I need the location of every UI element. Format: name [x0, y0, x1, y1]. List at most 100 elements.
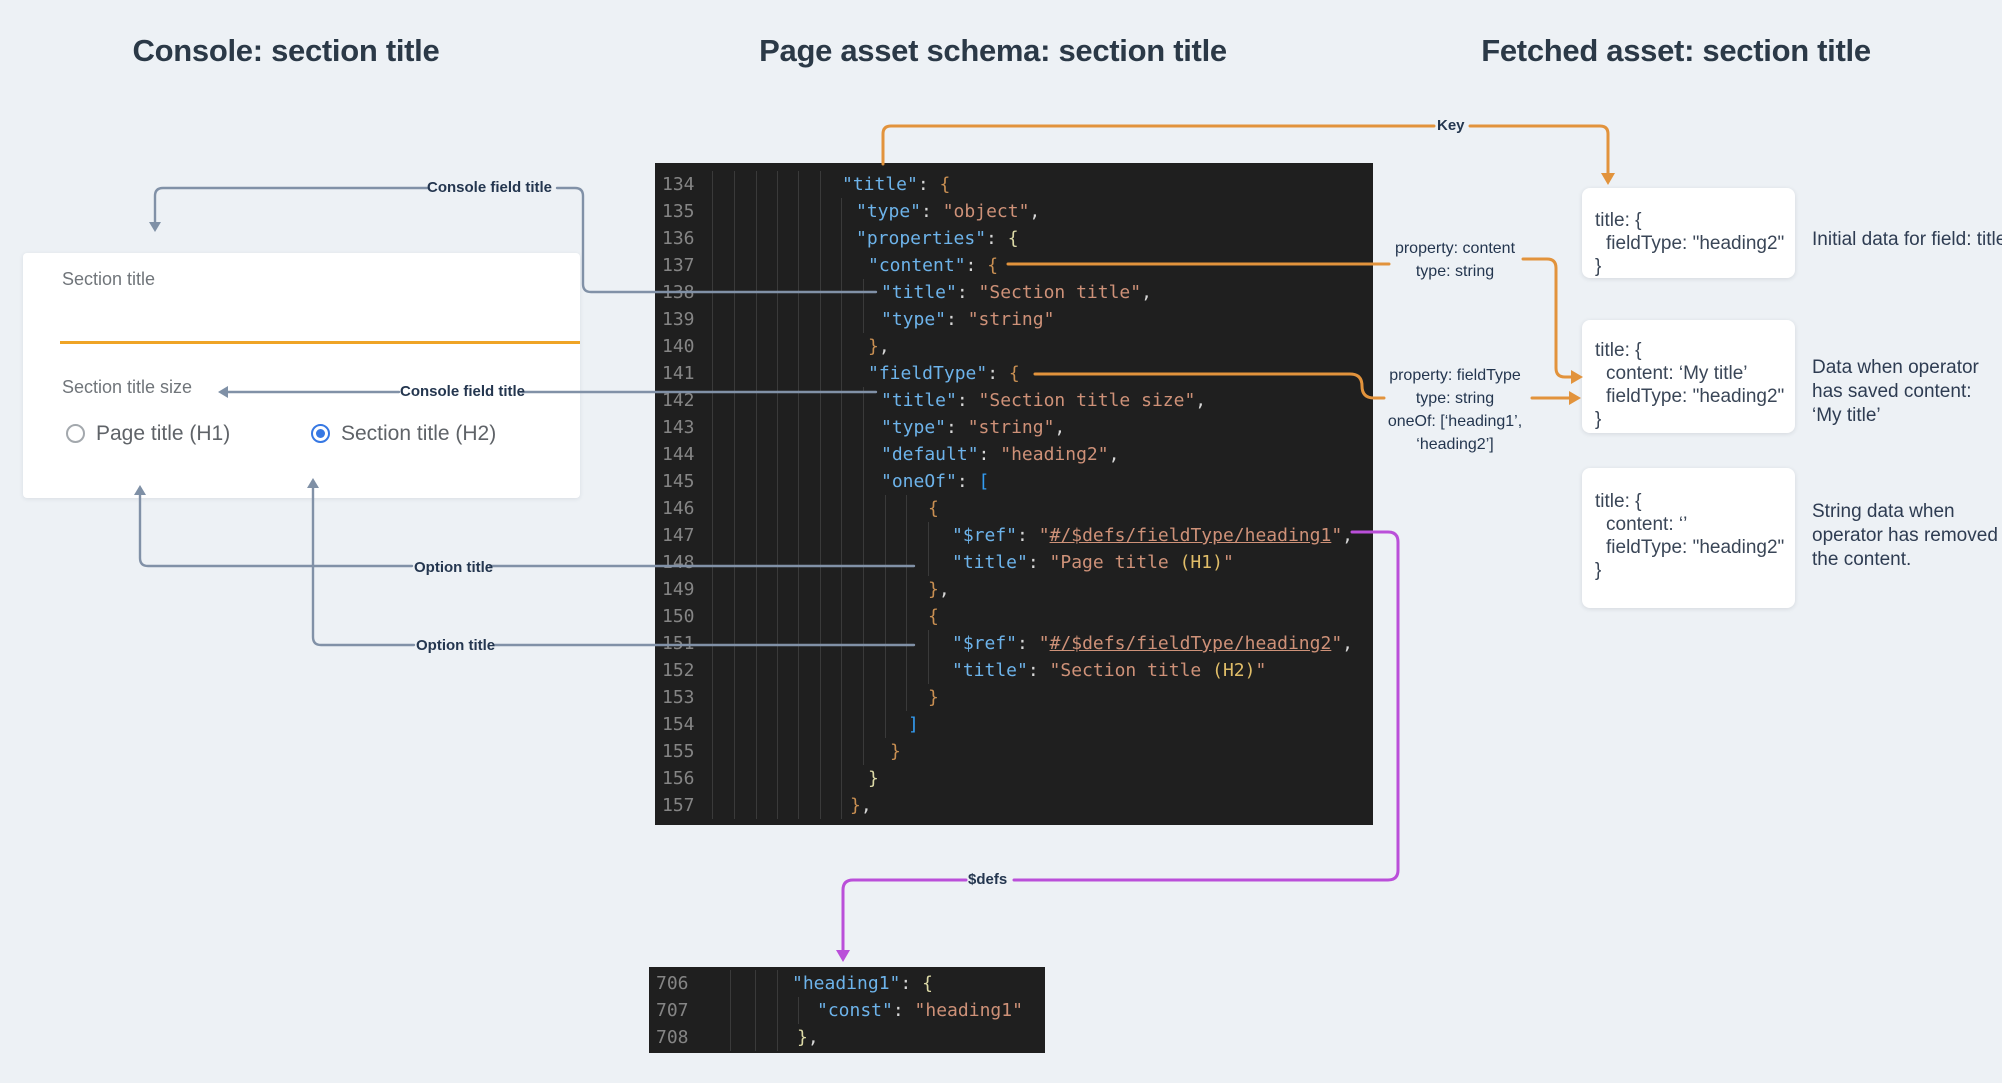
code-token: }	[928, 579, 939, 600]
line-number: 139	[662, 306, 695, 333]
indent-guide	[841, 576, 842, 603]
indent-guide	[756, 576, 757, 603]
indent-guide	[756, 522, 757, 549]
code-token: "	[1039, 633, 1050, 654]
indent-guide	[712, 252, 713, 279]
code-token: "object"	[943, 201, 1030, 222]
indent-guide	[863, 630, 864, 657]
indent-guide	[798, 576, 799, 603]
line-number: 134	[662, 171, 695, 198]
code-token: }	[928, 687, 939, 708]
line-number: 141	[662, 360, 695, 387]
code-line-138: 138"title": "Section title",	[655, 279, 1373, 306]
line-number: 137	[662, 252, 695, 279]
indent-guide	[756, 225, 757, 252]
code-text: "title": "Section title (H2)"	[952, 657, 1266, 684]
indent-guide	[756, 468, 757, 495]
code-token: :	[987, 363, 1009, 384]
code-token: :	[921, 201, 943, 222]
indent-guide	[863, 279, 864, 306]
indent-guide	[798, 997, 799, 1024]
indent-guide	[841, 738, 842, 765]
indent-guide	[777, 225, 778, 252]
indent-guide	[885, 684, 886, 711]
card-caption-line: Data when operator	[1812, 356, 2002, 380]
line-number: 151	[662, 630, 695, 657]
indent-guide	[734, 657, 735, 684]
line-number: 152	[662, 657, 695, 684]
indent-guide	[820, 792, 821, 819]
property-annotation-line: oneOf: [‘heading1’,	[1372, 410, 1538, 433]
fetched-saved-data-caption: Data when operatorhas saved content:‘My …	[1812, 356, 2002, 428]
indent-guide	[712, 657, 713, 684]
code-line-140: 140},	[655, 333, 1373, 360]
property-annotation-line: property: content	[1380, 237, 1530, 260]
radio-selected-icon[interactable]	[311, 424, 330, 443]
fetched-initial-data-caption: Initial data for field: title	[1812, 228, 2002, 252]
option-title-annotation-2: Option title	[416, 638, 495, 654]
indent-guide	[798, 279, 799, 306]
code-token: "string"	[968, 309, 1055, 330]
code-line-141: 141"fieldType": {	[655, 360, 1373, 387]
indent-guide	[885, 495, 886, 522]
indent-guide	[841, 549, 842, 576]
card-caption-line: String data when	[1812, 500, 2002, 524]
card-code-line: fieldType: "heading2"	[1595, 232, 1795, 255]
code-line-707: 707"const": "heading1"	[649, 997, 1045, 1024]
indent-guide	[712, 387, 713, 414]
code-token: :	[900, 973, 922, 994]
code-token: ]	[908, 714, 919, 735]
indent-guide	[734, 252, 735, 279]
indent-guide	[820, 171, 821, 198]
section-title-input[interactable]	[60, 293, 580, 341]
code-text: ]	[908, 711, 919, 738]
indent-guide	[777, 711, 778, 738]
indent-guide	[712, 360, 713, 387]
indent-guide	[734, 333, 735, 360]
code-token: "title"	[881, 390, 957, 411]
indent-guide	[820, 711, 821, 738]
line-number: 147	[662, 522, 695, 549]
indent-guide	[712, 603, 713, 630]
line-number: 146	[662, 495, 695, 522]
indent-guide	[734, 603, 735, 630]
code-line-143: 143"type": "string",	[655, 414, 1373, 441]
indent-guide	[798, 657, 799, 684]
fetched-initial-data-card: title: {fieldType: "heading2"}	[1582, 188, 1795, 278]
indent-guide	[906, 684, 907, 711]
code-token: ,	[1195, 390, 1206, 411]
code-text: "default": "heading2",	[881, 441, 1119, 468]
indent-guide	[841, 468, 842, 495]
indent-guide	[906, 603, 907, 630]
indent-guide	[756, 495, 757, 522]
indent-guide	[906, 522, 907, 549]
indent-guide	[798, 738, 799, 765]
indent-guide	[734, 306, 735, 333]
indent-guide	[885, 576, 886, 603]
fetched-column-title: Fetched asset: section title	[1440, 33, 1912, 69]
code-line-136: 136"properties": {	[655, 225, 1373, 252]
card-code-line: content: ‘My title’	[1595, 362, 1795, 385]
indent-guide	[820, 279, 821, 306]
code-line-139: 139"type": "string"	[655, 306, 1373, 333]
property-content-annotation: property: contenttype: string	[1380, 237, 1530, 283]
line-number: 149	[662, 576, 695, 603]
code-token: ,	[1141, 282, 1152, 303]
indent-guide	[734, 630, 735, 657]
code-text: "heading1": {	[792, 970, 933, 997]
arrow-to-section-title-label	[149, 222, 161, 232]
indent-guide	[820, 468, 821, 495]
indent-guide	[756, 603, 757, 630]
indent-guide	[734, 279, 735, 306]
line-number: 707	[656, 997, 689, 1024]
code-line-706: 706"heading1": {	[649, 970, 1045, 997]
radio-unselected-icon[interactable]	[66, 424, 85, 443]
fetched-saved-data-card: title: {content: ‘My title’fieldType: "h…	[1582, 320, 1795, 433]
code-token: {	[940, 174, 951, 195]
console-field-title-annotation-1: Console field title	[427, 180, 552, 196]
indent-guide	[906, 495, 907, 522]
indent-guide	[798, 441, 799, 468]
indent-guide	[712, 441, 713, 468]
indent-guide	[734, 792, 735, 819]
option-title-annotation-1: Option title	[414, 560, 493, 576]
